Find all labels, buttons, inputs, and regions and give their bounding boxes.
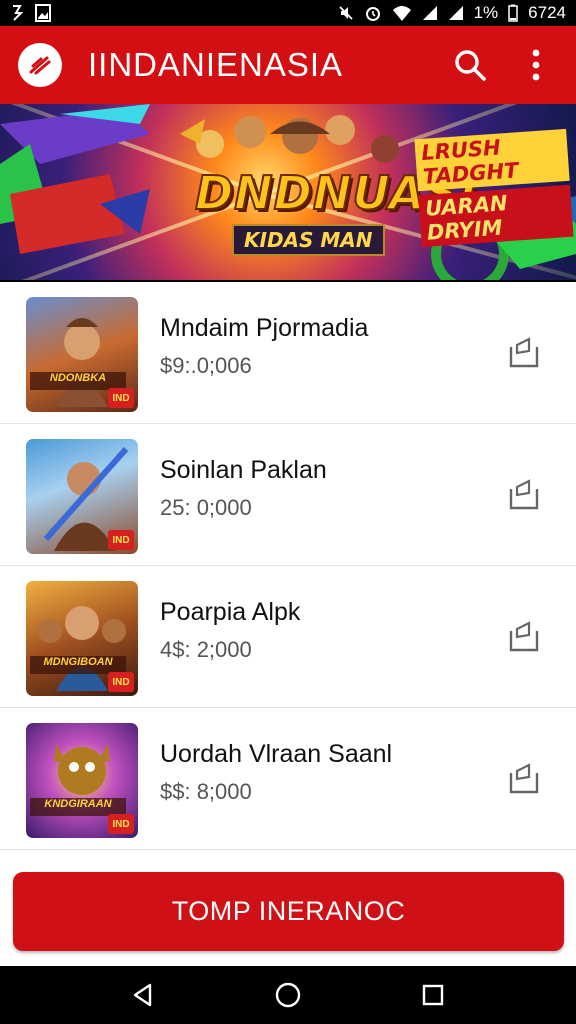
thumb-tag: IND [108,672,134,692]
bottom-area: TOMP INERANOC [0,850,576,966]
share-button[interactable] [506,476,542,512]
primary-action-button[interactable]: TOMP INERANOC [13,872,564,951]
share-icon [509,337,539,368]
item-price: 4$: 2;000 [160,637,252,662]
item-price: $9:.0;006 [160,353,252,378]
status-right: 1% 6724 [338,3,566,23]
thumb-tag: IND [108,388,134,408]
item-price: 25: 0;000 [160,495,252,520]
home-icon [275,982,301,1008]
share-button[interactable] [506,334,542,370]
item-thumbnail: IND [26,439,138,554]
signal-icon [448,5,464,21]
item-name: Poarpia Alpk [160,598,301,626]
item-list: NDONBKA IND Mndaim Pjormadia $9:.0;006 I… [0,282,576,850]
list-item[interactable]: MDNGIBOAN IND Poarpia Alpk 4$: 2;000 [0,566,576,708]
wifi-icon [392,5,412,21]
signal-icon [422,5,438,21]
item-text: Soinlan Paklan 25: 0;000 [160,456,327,521]
banner-promo: LRUSH TADGHT UARAN DRYIM [414,128,574,248]
list-item[interactable]: KNDGIRAAN IND Uordah Vlraan Saanl $$: 8;… [0,708,576,850]
item-name: Soinlan Paklan [160,456,327,484]
thumb-tag: IND [108,814,134,834]
recents-button[interactable] [413,975,453,1015]
share-button[interactable] [506,760,542,796]
share-icon [509,763,539,794]
search-icon [455,50,486,81]
promo-line-1: LRUSH TADGHT [414,128,570,192]
item-text: Poarpia Alpk 4$: 2;000 [160,598,300,663]
item-thumbnail: NDONBKA IND [26,297,138,412]
share-icon [509,621,539,652]
mute-icon [338,5,354,21]
logo-icon [18,43,62,87]
share-icon [509,479,539,510]
item-thumbnail: MDNGIBOAN IND [26,581,138,696]
image-icon [34,4,52,22]
item-text: Mndaim Pjormadia $9:.0;006 [160,314,368,379]
item-text: Uordah Vlraan Saanl $$: 8;000 [160,740,392,805]
item-price: $$: 8;000 [160,779,252,804]
battery-percent: 1% [473,3,499,22]
more-vert-icon [532,49,540,81]
item-name: Mndaim Pjormadia [160,314,369,342]
promo-line-2: UARAN DRYIM [418,184,574,248]
notification-icon [10,4,24,22]
app-bar: IINDANIENASIA [0,26,576,104]
search-button[interactable] [448,43,492,87]
status-bar: 1% 6724 [0,0,576,26]
more-options-button[interactable] [514,43,558,87]
back-button[interactable] [123,975,163,1015]
status-left [10,4,52,22]
home-button[interactable] [268,975,308,1015]
item-thumbnail: KNDGIRAAN IND [26,723,138,838]
banner-subtitle: KIDAS MAN [232,224,385,256]
alarm-icon [364,4,382,22]
list-item[interactable]: NDONBKA IND Mndaim Pjormadia $9:.0;006 [0,282,576,424]
thumb-tag: IND [108,530,134,550]
back-icon [133,983,151,1007]
promo-banner[interactable]: DNDNUASI KIDAS MAN LRUSH TADGHT UARAN DR… [0,104,576,280]
item-name: Uordah Vlraan Saanl [160,740,393,768]
battery-icon [508,4,518,22]
status-time: 6724 [528,3,566,22]
system-nav-bar [0,966,576,1024]
app-title: IINDANIENASIA [88,46,344,83]
recents-icon [423,984,444,1006]
share-button[interactable] [506,618,542,654]
list-item[interactable]: IND Soinlan Paklan 25: 0;000 [0,424,576,566]
